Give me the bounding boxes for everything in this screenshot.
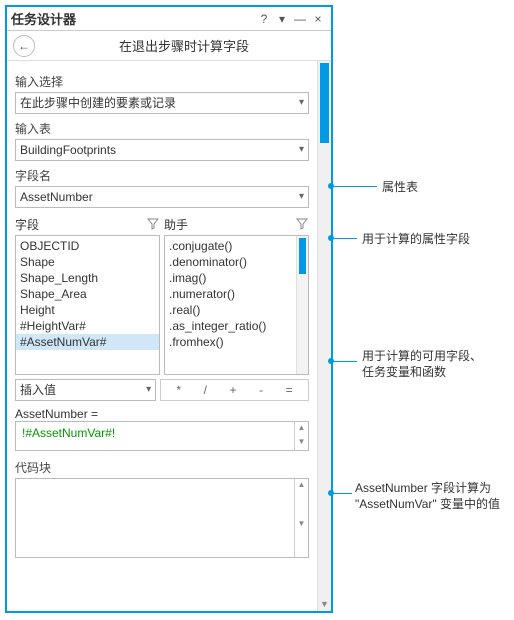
expression-spinner[interactable]: ▲▼ — [294, 422, 308, 450]
help-button[interactable]: ? — [255, 10, 273, 28]
input-table-label: 输入表 — [15, 120, 309, 137]
operator-bar: * / + - = — [160, 379, 309, 401]
helpers-list-item[interactable]: .real() — [165, 302, 308, 318]
fields-list-item[interactable]: Shape_Length — [16, 270, 159, 286]
operator-button[interactable]: + — [230, 383, 237, 397]
fields-list-item[interactable]: Shape — [16, 254, 159, 270]
fields-list-item[interactable]: #HeightVar# — [16, 318, 159, 334]
input-select-dropdown[interactable]: 在此步骤中创建的要素或记录 — [15, 92, 309, 114]
code-block-label: 代码块 — [15, 459, 309, 476]
operator-button[interactable]: * — [176, 383, 181, 397]
helpers-filter-icon[interactable] — [295, 218, 309, 232]
field-name-dropdown[interactable]: AssetNumber — [15, 186, 309, 208]
helpers-list-item[interactable]: .imag() — [165, 270, 308, 286]
dock-button[interactable]: ▾ — [273, 10, 291, 28]
helpers-list-item[interactable]: .numerator() — [165, 286, 308, 302]
fields-list-item[interactable]: OBJECTID — [16, 238, 159, 254]
fields-column-label: 字段 — [15, 216, 146, 233]
expression-label: AssetNumber = — [15, 407, 309, 421]
helpers-scrollbar[interactable] — [296, 236, 308, 374]
sub-title: 在退出步骤时计算字段 — [43, 36, 325, 55]
helpers-list-item[interactable]: .as_integer_ratio() — [165, 318, 308, 334]
code-block-input[interactable]: ▲▼ — [15, 478, 309, 558]
helpers-listbox[interactable]: .conjugate().denominator().imag().numera… — [164, 235, 309, 375]
title-bar: 任务设计器 ? ▾ — × — [7, 7, 331, 31]
fields-list-item[interactable]: Shape_Area — [16, 286, 159, 302]
helpers-list-item[interactable]: .fromhex() — [165, 334, 308, 350]
insert-value-dropdown[interactable]: 插入值 — [15, 379, 156, 401]
fields-list-item[interactable]: Height — [16, 302, 159, 318]
sub-header: ← 在退出步骤时计算字段 — [7, 31, 331, 61]
back-button[interactable]: ← — [13, 35, 35, 57]
fields-listbox[interactable]: OBJECTIDShapeShape_LengthShape_AreaHeigh… — [15, 235, 160, 375]
operator-button[interactable]: = — [286, 383, 293, 397]
expression-text: !#AssetNumVar#! — [16, 422, 308, 444]
input-select-label: 输入选择 — [15, 73, 309, 90]
helpers-list-item[interactable]: .conjugate() — [165, 238, 308, 254]
fields-filter-icon[interactable] — [146, 218, 160, 232]
panel-title: 任务设计器 — [11, 9, 255, 28]
expression-input[interactable]: !#AssetNumVar#! ▲▼ — [15, 421, 309, 451]
minimize-button[interactable]: — — [291, 10, 309, 28]
close-button[interactable]: × — [309, 10, 327, 28]
input-table-dropdown[interactable]: BuildingFootprints — [15, 139, 309, 161]
panel-vertical-scrollbar[interactable]: ▼ — [317, 61, 331, 611]
form-scroll-area: 输入选择 在此步骤中创建的要素或记录 输入表 BuildingFootprint… — [7, 61, 317, 611]
helpers-list-item[interactable]: .denominator() — [165, 254, 308, 270]
field-name-label: 字段名 — [15, 167, 309, 184]
fields-list-item[interactable]: #AssetNumVar# — [16, 334, 159, 350]
operator-button[interactable]: - — [259, 383, 263, 397]
operator-button[interactable]: / — [204, 383, 207, 397]
code-block-spinner[interactable]: ▲▼ — [294, 479, 308, 557]
helpers-column-label: 助手 — [164, 216, 295, 233]
task-designer-panel: 任务设计器 ? ▾ — × ← 在退出步骤时计算字段 输入选择 在此步骤中创建的… — [5, 5, 333, 613]
content-area: 输入选择 在此步骤中创建的要素或记录 输入表 BuildingFootprint… — [7, 61, 331, 611]
